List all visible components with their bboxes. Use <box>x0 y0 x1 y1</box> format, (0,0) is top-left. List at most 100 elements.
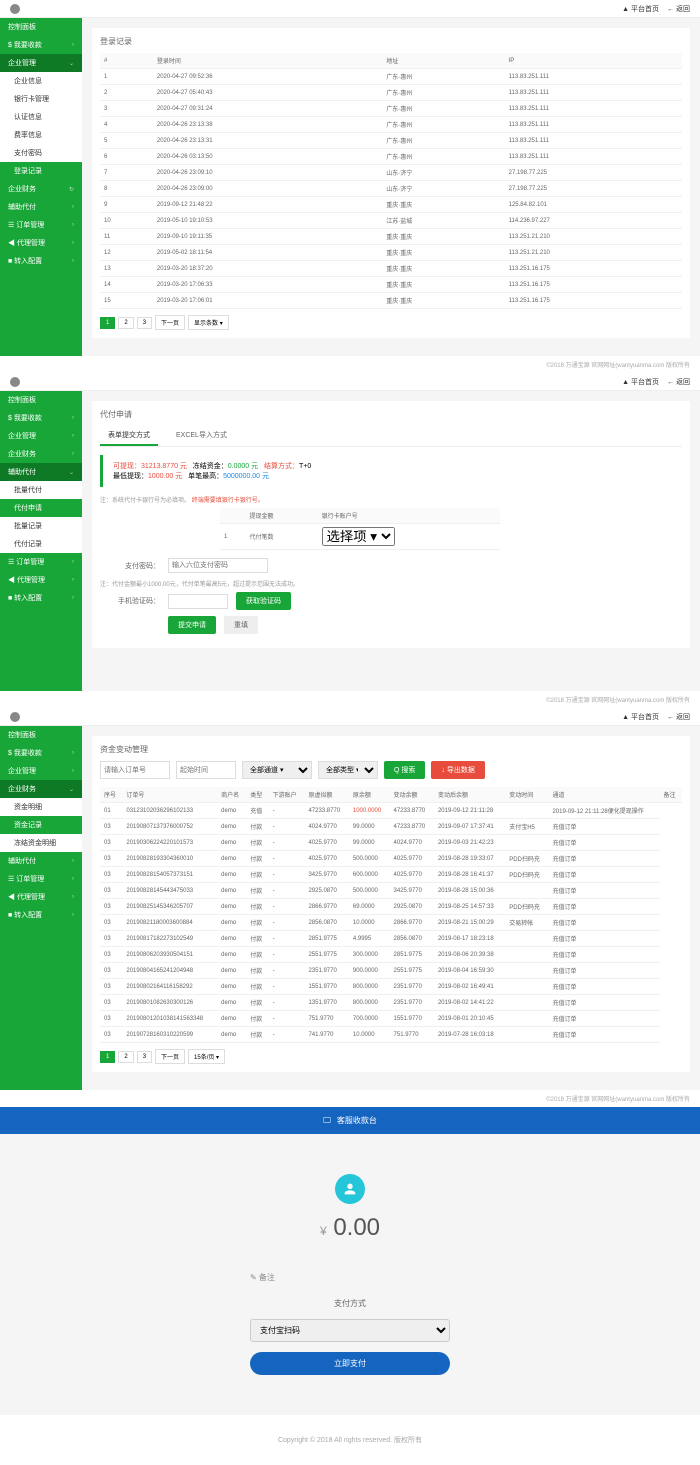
page-next[interactable]: 下一页 <box>155 315 185 330</box>
page-size[interactable]: 15条/页 ▾ <box>188 1049 225 1064</box>
amount: ¥ 0.00 <box>20 1214 680 1242</box>
page-1[interactable]: 1 <box>100 317 115 329</box>
sub-funds[interactable]: 资金明细 <box>0 798 82 816</box>
nav-agent[interactable]: ◀ 代理管理› <box>0 571 82 589</box>
tab-form[interactable]: 表单提交方式 <box>100 426 158 446</box>
submit-button[interactable]: 提交申请 <box>168 616 216 634</box>
date-input[interactable] <box>176 761 236 779</box>
search-button[interactable]: Q 搜索 <box>384 761 425 779</box>
platform-link[interactable]: ▲ 平台首页 <box>622 712 659 722</box>
chevron-icon: › <box>72 240 74 246</box>
nav-orders[interactable]: ☰ 订单管理› <box>0 216 82 234</box>
nav-orders[interactable]: ☰ 订单管理› <box>0 870 82 888</box>
table-row: 152019-03-20 17:06:01重庆·重庆113.251.16.175 <box>100 293 682 309</box>
sub-batch[interactable]: 批量代付 <box>0 481 82 499</box>
remark-field[interactable]: ✎ 备注 <box>250 1272 450 1283</box>
table-header: 原余额 <box>349 787 390 803</box>
table-row: 92019-09-12 21:48:22重庆·重庆125.84.82.101 <box>100 197 682 213</box>
nav-orders[interactable]: ☰ 订单管理› <box>0 553 82 571</box>
nav-collect[interactable]: $ 我要收款› <box>0 36 82 54</box>
sub-apply[interactable]: 代付申请 <box>0 499 82 517</box>
nav-enterprise[interactable]: 企业管理› <box>0 762 82 780</box>
table-header: 通道 <box>548 787 659 803</box>
sub-batchlog[interactable]: 批量记录 <box>0 517 82 535</box>
platform-link[interactable]: ▲ 平台首页 <box>622 377 659 387</box>
nav-finance[interactable]: 企业财务⌄ <box>0 780 82 798</box>
export-button[interactable]: ↓ 导出数据 <box>431 761 484 779</box>
nav-enterprise[interactable]: 企业管理⌄ <box>0 54 82 72</box>
nav-config[interactable]: ■ 转入配置› <box>0 252 82 270</box>
table-header: 下游账户 <box>269 787 305 803</box>
nav-assist[interactable]: 辅助代付› <box>0 852 82 870</box>
table-row: 0320190821180003600884demo付款-2856.087010… <box>100 915 682 931</box>
nav-collect[interactable]: $ 我要收款› <box>0 409 82 427</box>
nav-enterprise[interactable]: 企业管理› <box>0 427 82 445</box>
nav-dashboard[interactable]: 控制面板 <box>0 18 82 36</box>
table-header: 订单号 <box>122 787 217 803</box>
table-row: 0103123102036296102133demo充值-47233.87701… <box>100 803 682 819</box>
page-3[interactable]: 3 <box>137 317 152 329</box>
code-input[interactable] <box>168 594 228 609</box>
sub-paylog[interactable]: 代付记录 <box>0 535 82 553</box>
nav-agent[interactable]: ◀ 代理管理› <box>0 234 82 252</box>
back-link[interactable]: ← 返回 <box>667 712 690 722</box>
channel-select[interactable]: 全部通道 ▾ <box>242 761 312 779</box>
get-code-button[interactable]: 获取验证码 <box>236 592 291 610</box>
nav-finance[interactable]: 企业财务↻ <box>0 180 82 198</box>
table-header: 地址 <box>382 53 504 69</box>
table-row: 0320190807137376000752demo付款-4024.977099… <box>100 819 682 835</box>
paypwd-input[interactable] <box>168 558 268 573</box>
sub-cert[interactable]: 认证信息 <box>0 108 82 126</box>
page-2[interactable]: 2 <box>118 1051 133 1063</box>
footer: ©2018 万通宝源 官网网址(wantyuanma.com 版权所有 <box>0 691 700 708</box>
nav-config[interactable]: ■ 转入配置› <box>0 906 82 924</box>
card-title: 资金变动管理 <box>100 744 682 755</box>
back-link[interactable]: ← 返回 <box>667 4 690 14</box>
nav-dashboard[interactable]: 控制面板 <box>0 726 82 744</box>
sub-frozen[interactable]: 冻结资金明细 <box>0 834 82 852</box>
sub-rate[interactable]: 费率信息 <box>0 126 82 144</box>
table-header: IP <box>505 53 682 69</box>
tab-excel[interactable]: EXCEL导入方式 <box>168 426 235 446</box>
nav-assist[interactable]: 辅助代付⌄ <box>0 463 82 481</box>
pagination: 1 2 3 下一页 显示条数 ▾ <box>100 315 682 330</box>
table-header: 变动后余额 <box>434 787 505 803</box>
sub-info[interactable]: 企业信息 <box>0 72 82 90</box>
nav-finance[interactable]: 企业财务› <box>0 445 82 463</box>
footer: ©2018 万通宝源 官网网址(wantyuanma.com 版权所有 <box>0 1090 700 1107</box>
login-table: #登录时间地址IP 12020-04-27 09:52:36广东·惠州113.8… <box>100 53 682 309</box>
chevron-down-icon: ⌄ <box>69 60 74 67</box>
bank-select[interactable]: 选择项 ▾ <box>322 527 395 546</box>
chevron-icon: › <box>72 222 74 228</box>
refresh-icon: ↻ <box>69 186 74 193</box>
paypwd-label: 支付密码： <box>100 561 160 571</box>
table-header: 类型 <box>246 787 268 803</box>
fund-table: 序号订单号商户名类型下游账户原虚拟额原余额变动余额变动后余额变动时间通道备注 0… <box>100 787 682 1043</box>
nav-agent[interactable]: ◀ 代理管理› <box>0 888 82 906</box>
footer: ©2018 万通宝源 官网网址(wantyuanma.com 版权所有 <box>0 356 700 373</box>
page-size[interactable]: 显示条数 ▾ <box>188 315 229 330</box>
order-input[interactable] <box>100 761 170 779</box>
table-header: 登录时间 <box>153 53 382 69</box>
nav-collect[interactable]: $ 我要收款› <box>0 744 82 762</box>
table-row: 62020-04-26 03:13:50广东·惠州113.83.251.111 <box>100 149 682 165</box>
platform-link[interactable]: ▲ 平台首页 <box>622 4 659 14</box>
pay-button[interactable]: 立即支付 <box>250 1352 450 1375</box>
nav-assist[interactable]: 辅助代付› <box>0 198 82 216</box>
page-1[interactable]: 1 <box>100 1051 115 1063</box>
pay-method-select[interactable]: 支付宝扫码 <box>250 1319 450 1342</box>
type-select[interactable]: 全部类型 ▾ <box>318 761 378 779</box>
back-link[interactable]: ← 返回 <box>667 377 690 387</box>
sub-loginlog[interactable]: 登录记录 <box>0 162 82 180</box>
reset-button[interactable]: 重填 <box>224 616 258 634</box>
sub-bankcard[interactable]: 银行卡管理 <box>0 90 82 108</box>
submenu: 企业信息 银行卡管理 认证信息 费率信息 支付密码 登录记录 <box>0 72 82 180</box>
nav-config[interactable]: ■ 转入配置› <box>0 589 82 607</box>
table-row: 82020-04-26 23:09:00山东·济宁27.198.77.225 <box>100 181 682 197</box>
page-2[interactable]: 2 <box>118 317 133 329</box>
page-3[interactable]: 3 <box>137 1051 152 1063</box>
sub-paypwd[interactable]: 支付密码 <box>0 144 82 162</box>
sub-fundlog[interactable]: 资金记录 <box>0 816 82 834</box>
nav-dashboard[interactable]: 控制面板 <box>0 391 82 409</box>
page-next[interactable]: 下一页 <box>155 1049 185 1064</box>
